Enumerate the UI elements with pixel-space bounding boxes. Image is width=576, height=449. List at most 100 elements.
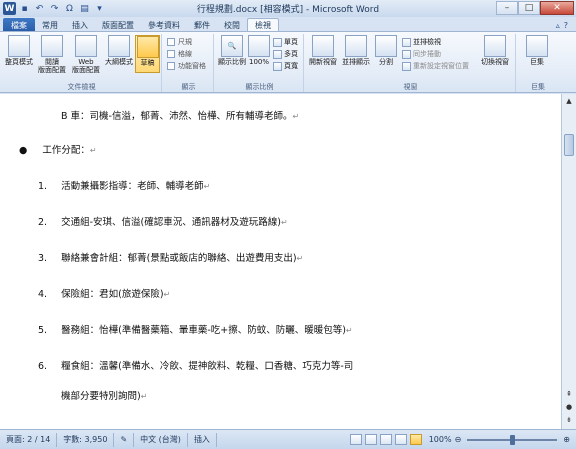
- group-label-window: 視窗: [403, 83, 418, 91]
- list-number: 5.: [38, 325, 48, 336]
- minimize-button[interactable]: –: [496, 1, 518, 15]
- document-line[interactable]: 1. 活動兼攝影指導：老師、輔導老師↵: [38, 178, 210, 192]
- tab-home[interactable]: 常用: [35, 18, 65, 32]
- vertical-scrollbar[interactable]: ▲ ⇞ ● ⇟: [561, 94, 576, 429]
- tab-mailings[interactable]: 郵件: [187, 18, 217, 32]
- arrange-all-button[interactable]: 並排顯示: [340, 35, 372, 66]
- draft-button[interactable]: 草稿: [135, 35, 160, 73]
- outline-button[interactable]: 大綱模式: [104, 35, 134, 66]
- group-label-document-views: 文件檢視: [67, 83, 96, 91]
- web-layout-button[interactable]: Web 版面配置: [70, 35, 102, 74]
- zoom-button[interactable]: 🔍 顯示比例: [218, 35, 246, 66]
- navigation-pane-checkbox[interactable]: 功能窗格: [167, 61, 206, 71]
- previous-page-icon[interactable]: ⇞: [563, 388, 575, 400]
- outline-view-icon[interactable]: [394, 434, 407, 445]
- zoom-slider[interactable]: [467, 434, 558, 445]
- next-page-icon[interactable]: ⇟: [563, 414, 575, 426]
- tab-references[interactable]: 參考資料: [141, 18, 187, 32]
- group-macros: 巨集 巨集: [518, 34, 558, 92]
- reading-view-icon[interactable]: [364, 434, 377, 445]
- full-screen-reading-button[interactable]: 閱讀 版面配置: [36, 35, 68, 74]
- ribbon-tabs: 檔案 常用 插入 版面配置 參考資料 郵件 校閱 檢視 ▵ ?: [0, 17, 576, 32]
- list-number: 6.: [38, 361, 48, 372]
- view-side-by-side-button[interactable]: 並排檢視: [402, 37, 441, 47]
- zoom-in-icon[interactable]: ⊕: [563, 435, 570, 444]
- draft-icon: [136, 36, 159, 58]
- maximize-button[interactable]: □: [518, 1, 540, 15]
- macros-icon: [526, 35, 548, 57]
- document-line[interactable]: 6. 糧食組：溫馨(準備水、冷飲、提神飲料、乾糧、口香糖、巧克力等-司: [38, 358, 353, 372]
- redo-icon[interactable]: ↷: [48, 2, 61, 15]
- group-label-zoom: 顯示比例: [245, 83, 274, 91]
- word-count[interactable]: 字數: 3,950: [57, 432, 115, 447]
- paragraph-mark: ↵: [163, 290, 171, 299]
- zoom-out-icon[interactable]: ⊖: [455, 435, 462, 444]
- ribbon-minimize-icon[interactable]: ▵: [556, 21, 560, 30]
- tab-review[interactable]: 校閱: [217, 18, 247, 32]
- tab-layout[interactable]: 版面配置: [95, 18, 141, 32]
- language[interactable]: 中文 (台灣): [134, 432, 188, 447]
- zoom-level[interactable]: 100%: [429, 435, 452, 444]
- group-label-macros: 巨集: [531, 83, 545, 91]
- insert-mode[interactable]: 插入: [188, 432, 217, 447]
- group-zoom: 🔍 顯示比例 100% 單頁 多頁 頁寬 顯示比例: [216, 34, 304, 92]
- customize-icon[interactable]: ▾: [93, 2, 106, 15]
- document-line[interactable]: 機部分要特別詢問)↵: [61, 388, 147, 402]
- group-show: 尺規 格線 功能窗格 顯示: [164, 34, 214, 92]
- page-width-button[interactable]: 頁寬: [273, 61, 298, 71]
- switch-windows-icon: [484, 35, 506, 57]
- document-line[interactable]: 5. 醫務組：怡樺(準備醫藥箱、暈車藥-吃+擦、防蚊、防曬、暖暖包等)↵: [38, 322, 353, 336]
- switch-windows-button[interactable]: 切換視窗: [478, 35, 512, 66]
- quick-access-toolbar: W ▪ ↶ ↷ Ω ▤ ▾: [0, 2, 106, 15]
- scroll-up-arrow-icon[interactable]: ▲: [563, 95, 575, 107]
- gridlines-checkbox[interactable]: 格線: [167, 49, 192, 59]
- print-icon[interactable]: ▤: [78, 2, 91, 15]
- help-icon[interactable]: ?: [564, 21, 568, 30]
- list-number: 2.: [38, 217, 48, 228]
- reset-position-icon: [402, 61, 411, 71]
- close-button[interactable]: ✕: [540, 1, 574, 15]
- tab-view[interactable]: 檢視: [247, 18, 279, 32]
- document-line[interactable]: B 車：司機-信溢，郁菁、沛然、怡樺、所有輔導老師。↵: [61, 108, 299, 122]
- word-app-icon[interactable]: W: [3, 2, 16, 15]
- synchronous-scrolling-button[interactable]: 同步捲動: [402, 49, 441, 59]
- one-page-icon: [273, 37, 282, 47]
- new-window-icon: [312, 35, 334, 57]
- new-window-button[interactable]: 開新視窗: [308, 35, 338, 66]
- undo-icon[interactable]: ↶: [33, 2, 46, 15]
- group-document-views: 整頁模式 閱讀 版面配置 Web 版面配置 大綱模式 草稿 文件檢視: [2, 34, 162, 92]
- title-bar: W ▪ ↶ ↷ Ω ▤ ▾ 行程規劃.docx [相容模式] - Microso…: [0, 0, 576, 17]
- proofing-icon[interactable]: ✎: [114, 432, 135, 447]
- two-pages-button[interactable]: 多頁: [273, 49, 298, 59]
- zoom-slider-thumb[interactable]: [509, 434, 515, 445]
- magnifier-icon: 🔍: [221, 35, 243, 57]
- document-line[interactable]: ● 工作分配：↵: [19, 142, 97, 156]
- web-view-icon[interactable]: [379, 434, 392, 445]
- zoom-100-button[interactable]: 100%: [248, 35, 270, 66]
- spelling-icon[interactable]: Ω: [63, 2, 76, 15]
- ruler-checkbox[interactable]: 尺規: [167, 37, 192, 47]
- print-layout-button[interactable]: 整頁模式: [4, 35, 34, 66]
- save-icon[interactable]: ▪: [18, 2, 31, 15]
- one-page-button[interactable]: 單頁: [273, 37, 298, 47]
- scrollbar-thumb[interactable]: [564, 134, 574, 156]
- print-layout-view-icon[interactable]: [349, 434, 362, 445]
- tab-file[interactable]: 檔案: [3, 18, 35, 32]
- document-line[interactable]: 3. 聯絡兼會計組：郁菁(景點或飯店的聯絡、出遊費用支出)↵: [38, 250, 303, 264]
- page-count[interactable]: 頁面: 2 / 14: [0, 432, 58, 447]
- web-layout-icon: [75, 35, 97, 57]
- browse-object-icon[interactable]: ●: [563, 401, 575, 413]
- paragraph-mark: ↵: [292, 112, 300, 121]
- reading-layout-icon: [41, 35, 63, 57]
- status-bar: 頁面: 2 / 14 字數: 3,950 ✎ 中文 (台灣) 插入 100% ⊖…: [0, 429, 576, 449]
- tab-insert[interactable]: 插入: [65, 18, 95, 32]
- macros-button[interactable]: 巨集: [523, 35, 551, 66]
- document-line[interactable]: 2. 交通組-安琪、信溢(確認車況、通訊器材及遊玩路線)↵: [38, 214, 288, 228]
- reset-window-position-button[interactable]: 重新設定視窗位置: [402, 61, 469, 71]
- document-line[interactable]: 4. 保險組：君如(旅遊保險)↵: [38, 286, 170, 300]
- sync-scroll-icon: [402, 49, 411, 59]
- paragraph-mark: ↵: [280, 218, 288, 227]
- draft-view-icon[interactable]: [409, 434, 422, 445]
- document-page[interactable]: B 車：司機-信溢，郁菁、沛然、怡樺、所有輔導老師。↵ ● 工作分配：↵ 1. …: [0, 94, 561, 429]
- split-button[interactable]: 分割: [374, 35, 398, 66]
